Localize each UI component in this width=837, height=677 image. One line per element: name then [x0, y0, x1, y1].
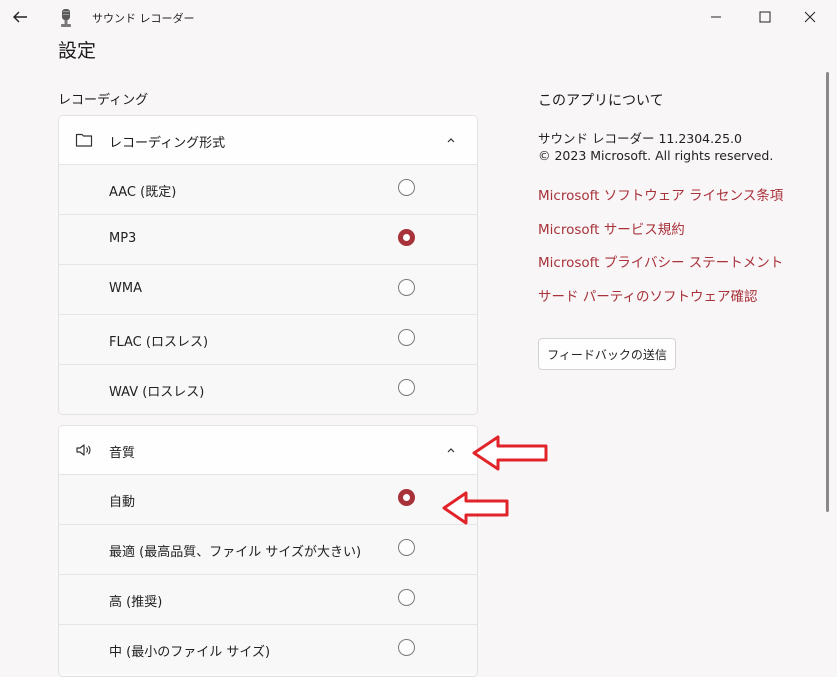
speaker-icon	[76, 444, 91, 456]
quality-option-best[interactable]: 最適 (最高品質、ファイル サイズが大きい)	[59, 525, 477, 575]
radio-button[interactable]	[398, 639, 415, 656]
radio-button[interactable]	[398, 329, 415, 346]
option-label: 自動	[109, 495, 136, 510]
quality-option-high[interactable]: 高 (推奨)	[59, 575, 477, 625]
window-title: サウンド レコーダー	[92, 12, 195, 25]
send-feedback-button[interactable]: フィードバックの送信	[538, 338, 676, 370]
radio-button[interactable]	[398, 589, 415, 606]
annotation-arrow-icon	[442, 491, 509, 525]
third-party-software-link[interactable]: サード パーティのソフトウェア確認	[538, 285, 757, 305]
audio-quality-title: 音質	[109, 446, 136, 461]
format-option-wma[interactable]: WMA	[59, 265, 477, 315]
app-version: サウンド レコーダー 11.2304.25.0	[538, 131, 742, 146]
radio-button[interactable]	[398, 179, 415, 196]
radio-button-selected[interactable]	[398, 229, 415, 246]
minimize-icon[interactable]	[706, 7, 726, 27]
close-icon[interactable]	[800, 7, 820, 27]
option-label: FLAC (ロスレス)	[109, 335, 209, 350]
privacy-statement-link[interactable]: Microsoft プライバシー ステートメント	[538, 251, 783, 271]
format-option-flac[interactable]: FLAC (ロスレス)	[59, 315, 477, 365]
page-title: 設定	[58, 40, 97, 62]
chevron-up-icon[interactable]	[445, 444, 457, 456]
folder-icon	[75, 133, 93, 147]
services-agreement-link[interactable]: Microsoft サービス規約	[538, 218, 685, 238]
option-label: AAC (既定)	[109, 185, 177, 200]
option-label: WAV (ロスレス)	[109, 385, 205, 400]
radio-button[interactable]	[398, 279, 415, 296]
quality-option-auto[interactable]: 自動	[59, 475, 477, 525]
audio-quality-card: 音質 自動 最適 (最高品質、ファイル サイズが大きい) 高 (推奨) 中 (最…	[58, 425, 478, 677]
radio-button[interactable]	[398, 379, 415, 396]
about-title: このアプリについて	[538, 93, 664, 109]
maximize-icon[interactable]	[755, 7, 775, 27]
section-label: レコーディング	[58, 93, 149, 108]
recording-format-card: レコーディング形式 AAC (既定) MP3 WMA FLAC (ロスレス) W…	[58, 115, 478, 415]
format-option-mp3[interactable]: MP3	[59, 215, 477, 265]
option-label: 中 (最小のファイル サイズ)	[109, 645, 271, 660]
chevron-up-icon[interactable]	[445, 134, 457, 146]
option-label: WMA	[109, 281, 142, 296]
radio-button-selected[interactable]	[398, 489, 415, 506]
copyright: © 2023 Microsoft. All rights reserved.	[538, 148, 774, 163]
annotation-arrow-icon	[472, 435, 548, 471]
option-label: MP3	[109, 231, 137, 246]
back-arrow-icon[interactable]	[8, 5, 32, 29]
quality-option-medium[interactable]: 中 (最小のファイル サイズ)	[59, 625, 477, 674]
format-option-wav[interactable]: WAV (ロスレス)	[59, 365, 477, 414]
microphone-icon	[61, 9, 71, 27]
radio-button[interactable]	[398, 539, 415, 556]
title-bar: サウンド レコーダー	[0, 0, 837, 34]
format-option-aac[interactable]: AAC (既定)	[59, 165, 477, 215]
recording-format-title: レコーディング形式	[109, 136, 226, 151]
option-label: 高 (推奨)	[109, 595, 163, 610]
option-label: 最適 (最高品質、ファイル サイズが大きい)	[109, 545, 362, 560]
license-terms-link[interactable]: Microsoft ソフトウェア ライセンス条項	[538, 184, 783, 204]
recording-format-header[interactable]: レコーディング形式	[59, 116, 477, 165]
scrollbar[interactable]	[826, 72, 829, 512]
audio-quality-header[interactable]: 音質	[59, 426, 477, 475]
